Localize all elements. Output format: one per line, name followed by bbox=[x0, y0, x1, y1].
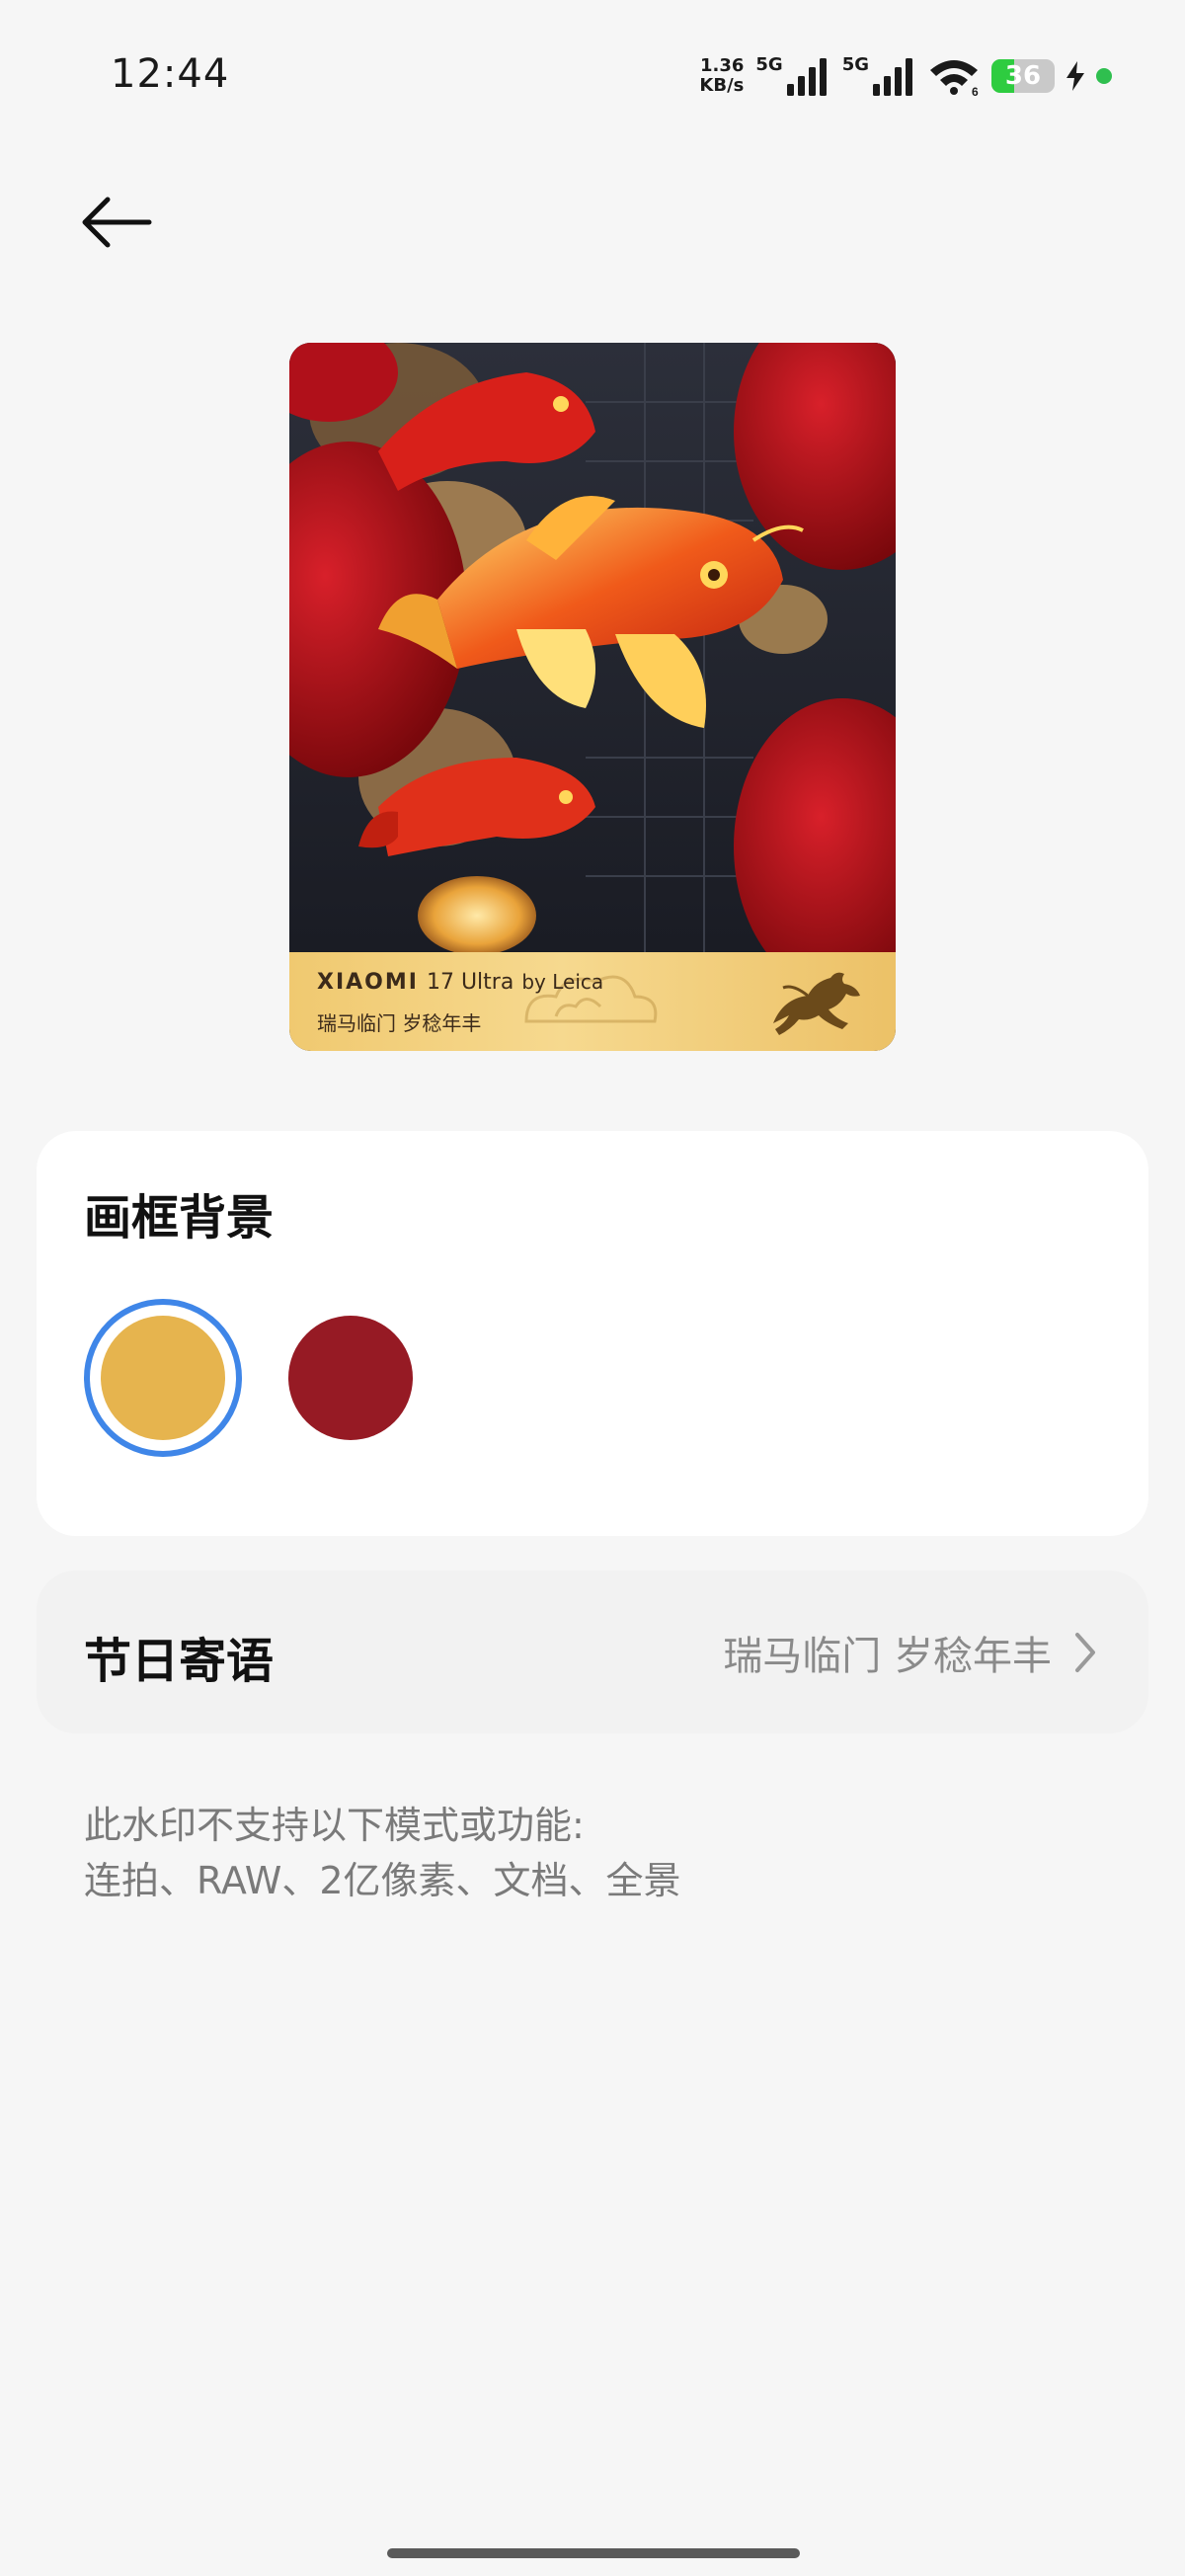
chevron-right-icon bbox=[1075, 1633, 1095, 1672]
frame-background-card: 画框背景 bbox=[37, 1131, 1148, 1536]
unsupported-modes-notice: 此水印不支持以下模式或功能: 连拍、RAW、2亿像素、文档、全景 bbox=[84, 1798, 681, 1908]
home-indicator[interactable] bbox=[387, 2548, 800, 2558]
signal-bars-icon bbox=[873, 58, 912, 96]
swatch-gold bbox=[101, 1316, 225, 1440]
swatch-red bbox=[288, 1316, 413, 1440]
color-swatch-row bbox=[84, 1299, 430, 1457]
swatch-red-option[interactable] bbox=[272, 1299, 430, 1457]
frame-background-title: 画框背景 bbox=[84, 1190, 275, 1246]
watermark-preview: XIAOMI 17 Ultra by Leica 瑞马临门 岁稔年丰 bbox=[289, 343, 896, 1051]
charging-bolt-icon bbox=[1066, 61, 1084, 91]
signal-bars-icon bbox=[786, 58, 827, 96]
brand-logo: XIAOMI bbox=[317, 970, 419, 995]
status-icons: 1.36 KB/s 5G 5G 6 36 bbox=[699, 51, 1112, 101]
lantern-photo bbox=[289, 343, 896, 952]
status-time: 12:44 bbox=[111, 51, 230, 97]
notice-line-2: 连拍、RAW、2亿像素、文档、全景 bbox=[84, 1859, 681, 1902]
battery-level: 36 bbox=[1004, 61, 1042, 91]
network-speed-unit: KB/s bbox=[699, 75, 745, 96]
brand-line: XIAOMI 17 Ultra by Leica bbox=[317, 970, 603, 995]
network-speed: 1.36 KB/s bbox=[699, 56, 744, 96]
holiday-message-value: 瑞马临门 岁稔年丰 bbox=[723, 1634, 1052, 1679]
holiday-message-value-group: 瑞马临门 岁稔年丰 bbox=[723, 1624, 1099, 1681]
battery-icon: 36 bbox=[991, 59, 1055, 93]
notice-line-1: 此水印不支持以下模式或功能: bbox=[84, 1804, 585, 1847]
device-model: 17 Ultra bbox=[426, 970, 514, 995]
preview-blessing: 瑞马临门 岁稔年丰 bbox=[317, 1011, 482, 1035]
watermark-settings-screen: 12:44 1.36 KB/s 5G 5G 6 36 XIAOMI 17 Ult… bbox=[0, 0, 1185, 2576]
sim1-signal: 5G bbox=[755, 56, 830, 96]
sim1-network-tag: 5G bbox=[755, 54, 783, 75]
wifi-badge: 6 bbox=[972, 85, 979, 96]
wifi-icon: 6 bbox=[930, 60, 979, 96]
watermark-frame-strip: XIAOMI 17 Ultra by Leica 瑞马临门 岁稔年丰 bbox=[289, 952, 896, 1051]
horse-emblem-icon bbox=[773, 972, 860, 1035]
arrow-left-icon bbox=[82, 197, 152, 248]
sim2-network-tag: 5G bbox=[841, 54, 869, 75]
back-button[interactable] bbox=[77, 188, 156, 257]
privacy-indicator-dot bbox=[1096, 68, 1112, 84]
sim2-signal: 5G bbox=[842, 56, 916, 96]
swatch-gold-option[interactable] bbox=[84, 1299, 242, 1457]
holiday-message-label: 节日寄语 bbox=[84, 1634, 275, 1689]
network-speed-value: 1.36 bbox=[699, 55, 745, 76]
leica-credit: by Leica bbox=[521, 970, 604, 994]
holiday-message-row[interactable]: 节日寄语 瑞马临门 岁稔年丰 bbox=[37, 1570, 1148, 1733]
